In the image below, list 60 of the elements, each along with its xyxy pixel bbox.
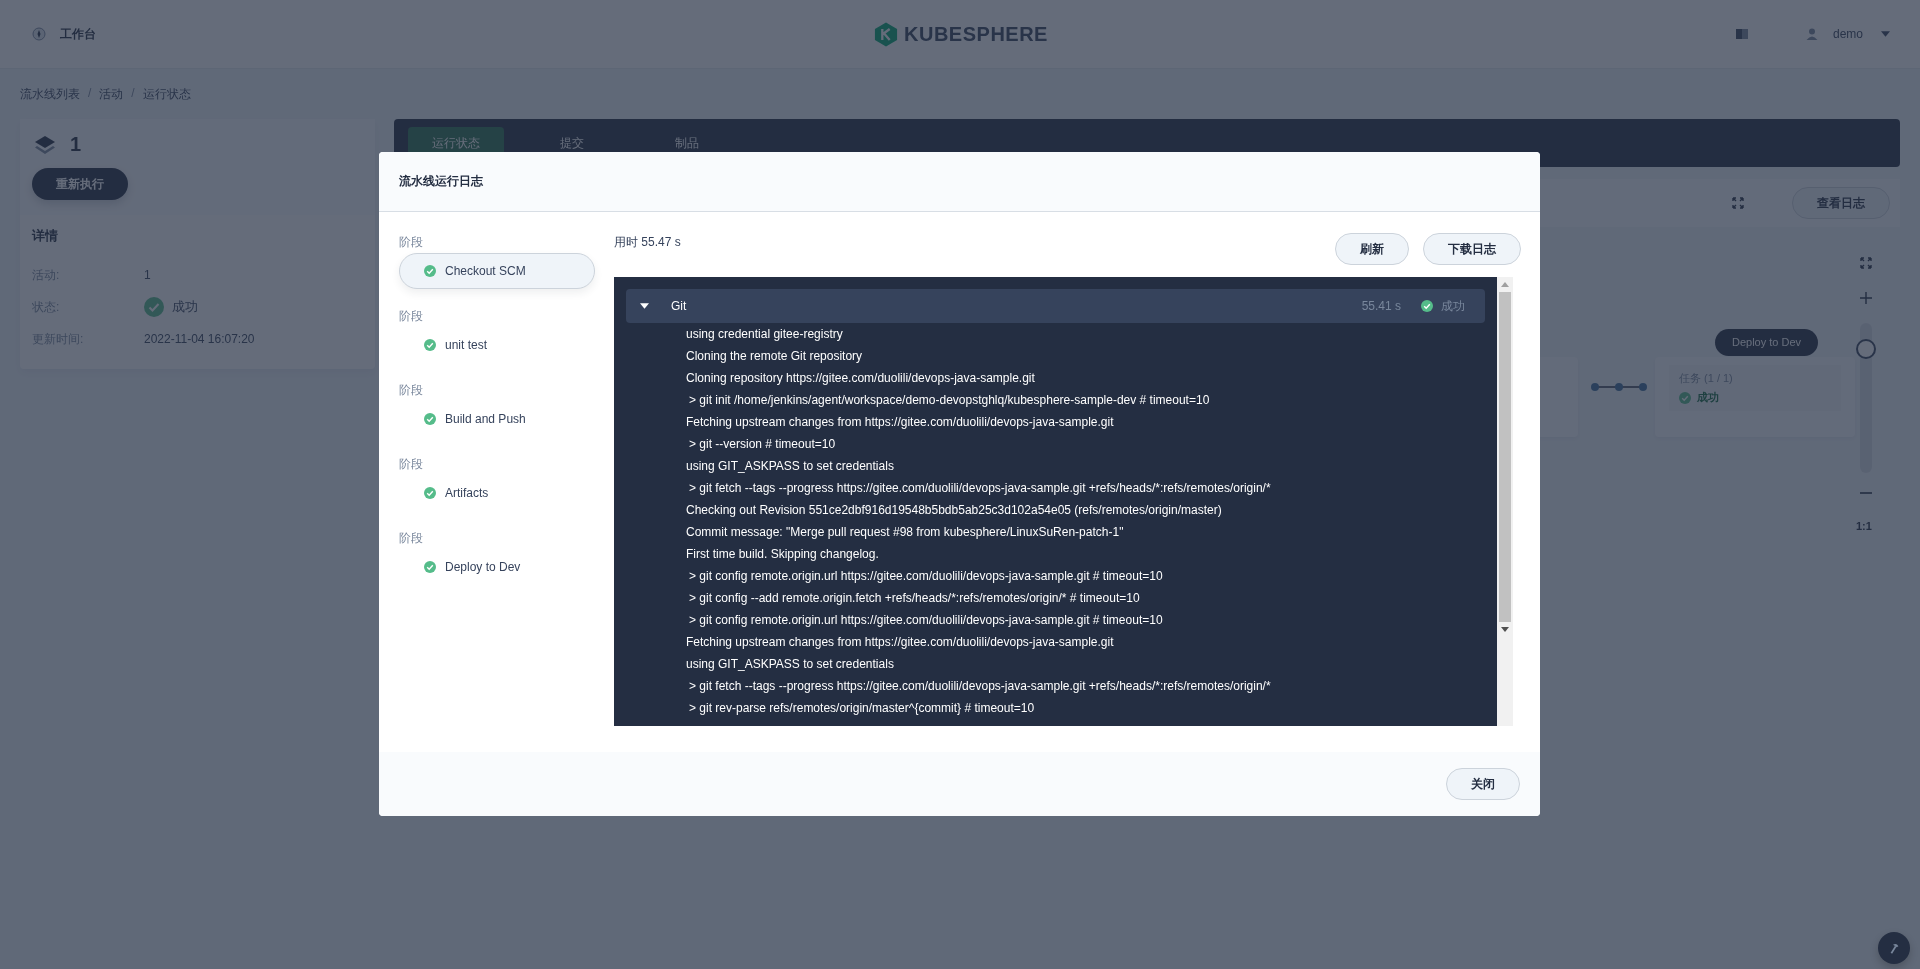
refresh-button[interactable]: 刷新 bbox=[1335, 233, 1409, 265]
caret-icon[interactable] bbox=[640, 303, 649, 309]
details-title: 详情 bbox=[32, 227, 59, 245]
log-line: > git fetch --tags --progress https://gitee.com/duolili/devops-java-sample.git +refs/heads/*:refs/remotes/origin/* bbox=[688, 480, 1272, 497]
log-line: Commit message: "Merge pull request #98 from kubesphere/LinuxSuRen-patch-1" bbox=[686, 524, 1125, 541]
download-log-button[interactable]: 下载日志 bbox=[1423, 233, 1521, 265]
logo-text: KUBESPHERE bbox=[904, 22, 1048, 46]
stage-item[interactable]: Build and Push bbox=[399, 401, 595, 437]
log-line: > git config --add remote.origin.fetch +refs/heads/*:refs/remotes/origin/* # timeout=10 bbox=[688, 590, 1141, 607]
check-icon bbox=[1421, 300, 1433, 312]
scroll-down-icon[interactable] bbox=[1501, 627, 1509, 632]
tool-button[interactable] bbox=[1878, 932, 1910, 964]
scrollbar[interactable] bbox=[1497, 277, 1513, 726]
log-line: > git config remote.origin.url https://gitee.com/duolili/devops-java-sample.git # timeout=10 bbox=[688, 612, 1164, 629]
stage-label: 阶段 bbox=[399, 234, 424, 251]
log-line: > git init /home/jenkins/agent/workspace/demo-devopstghlq/kubesphere-sample-dev # timeout=10 bbox=[688, 392, 1211, 409]
stage-label: 阶段 bbox=[399, 530, 424, 547]
step-duration: 55.41 s bbox=[1361, 299, 1401, 313]
log-line: Checking out Revision 551ce2dbf916d19548b5bdb5ab25c3d102a54e05 (refs/remotes/origin/master) bbox=[686, 502, 1223, 519]
run-number: 1 bbox=[70, 133, 82, 156]
scroll-up-icon[interactable] bbox=[1501, 282, 1509, 287]
stage-item[interactable]: unit test bbox=[399, 327, 595, 363]
task-status: 成功 bbox=[1697, 390, 1719, 405]
log-line: > git fetch --tags --progress https://gitee.com/duolili/devops-java-sample.git +refs/heads/*:refs/remotes/origin/* bbox=[688, 678, 1272, 695]
field-value: 成功 bbox=[172, 298, 198, 316]
stage-item[interactable]: Deploy to Dev bbox=[399, 549, 595, 585]
step-status: 成功 bbox=[1441, 297, 1465, 315]
breadcrumb-separator: / bbox=[88, 86, 92, 102]
log-line: Cloning repository https://gitee.com/duolili/devops-java-sample.git bbox=[686, 370, 1036, 387]
check-icon bbox=[424, 265, 436, 277]
field-value: 2022-11-04 16:07:20 bbox=[144, 332, 255, 346]
check-icon bbox=[424, 339, 436, 351]
zoom-reset-button[interactable]: 1:1 bbox=[1856, 520, 1872, 532]
stage-label: 阶段 bbox=[399, 456, 424, 473]
stage-label: 阶段 bbox=[399, 382, 424, 399]
close-button[interactable]: 关闭 bbox=[1446, 768, 1520, 800]
check-icon bbox=[424, 487, 436, 499]
log-line: Fetching upstream changes from https://gitee.com/duolili/devops-java-sample.git bbox=[686, 634, 1115, 651]
log-line: using GIT_ASKPASS to set credentials bbox=[686, 458, 895, 475]
check-icon bbox=[424, 413, 436, 425]
stage-label: 阶段 bbox=[399, 308, 424, 325]
dialog-title: 流水线运行日志 bbox=[399, 173, 483, 190]
stage-item[interactable]: Checkout SCM bbox=[399, 253, 595, 289]
log-line: using credential gitee-registry bbox=[686, 326, 844, 343]
log-line: > git --version # timeout=10 bbox=[688, 436, 837, 453]
field-value: 1 bbox=[144, 268, 151, 282]
log-step-header[interactable]: Git 55.41 s 成功 bbox=[626, 289, 1485, 323]
check-icon bbox=[424, 561, 436, 573]
elapsed-time: 用时 55.47 s bbox=[614, 234, 681, 251]
workbench-link[interactable]: 工作台 bbox=[60, 25, 96, 43]
log-line: > git config remote.origin.url https://gitee.com/duolili/devops-java-sample.git # timeout=10 bbox=[688, 568, 1164, 585]
breadcrumb-separator: / bbox=[131, 86, 135, 102]
stage-item[interactable]: Artifacts bbox=[399, 475, 595, 511]
step-name: Git bbox=[671, 299, 688, 313]
log-line: First time build. Skipping changelog. bbox=[686, 546, 880, 563]
log-line: Cloning the remote Git repository bbox=[686, 348, 864, 365]
log-line: Fetching upstream changes from https://gitee.com/duolili/devops-java-sample.git bbox=[686, 414, 1115, 431]
user-name[interactable]: demo bbox=[1832, 27, 1863, 41]
log-line: using GIT_ASKPASS to set credentials bbox=[686, 656, 895, 673]
log-line: > git rev-parse refs/remotes/origin/master^{commit} # timeout=10 bbox=[688, 700, 1036, 717]
